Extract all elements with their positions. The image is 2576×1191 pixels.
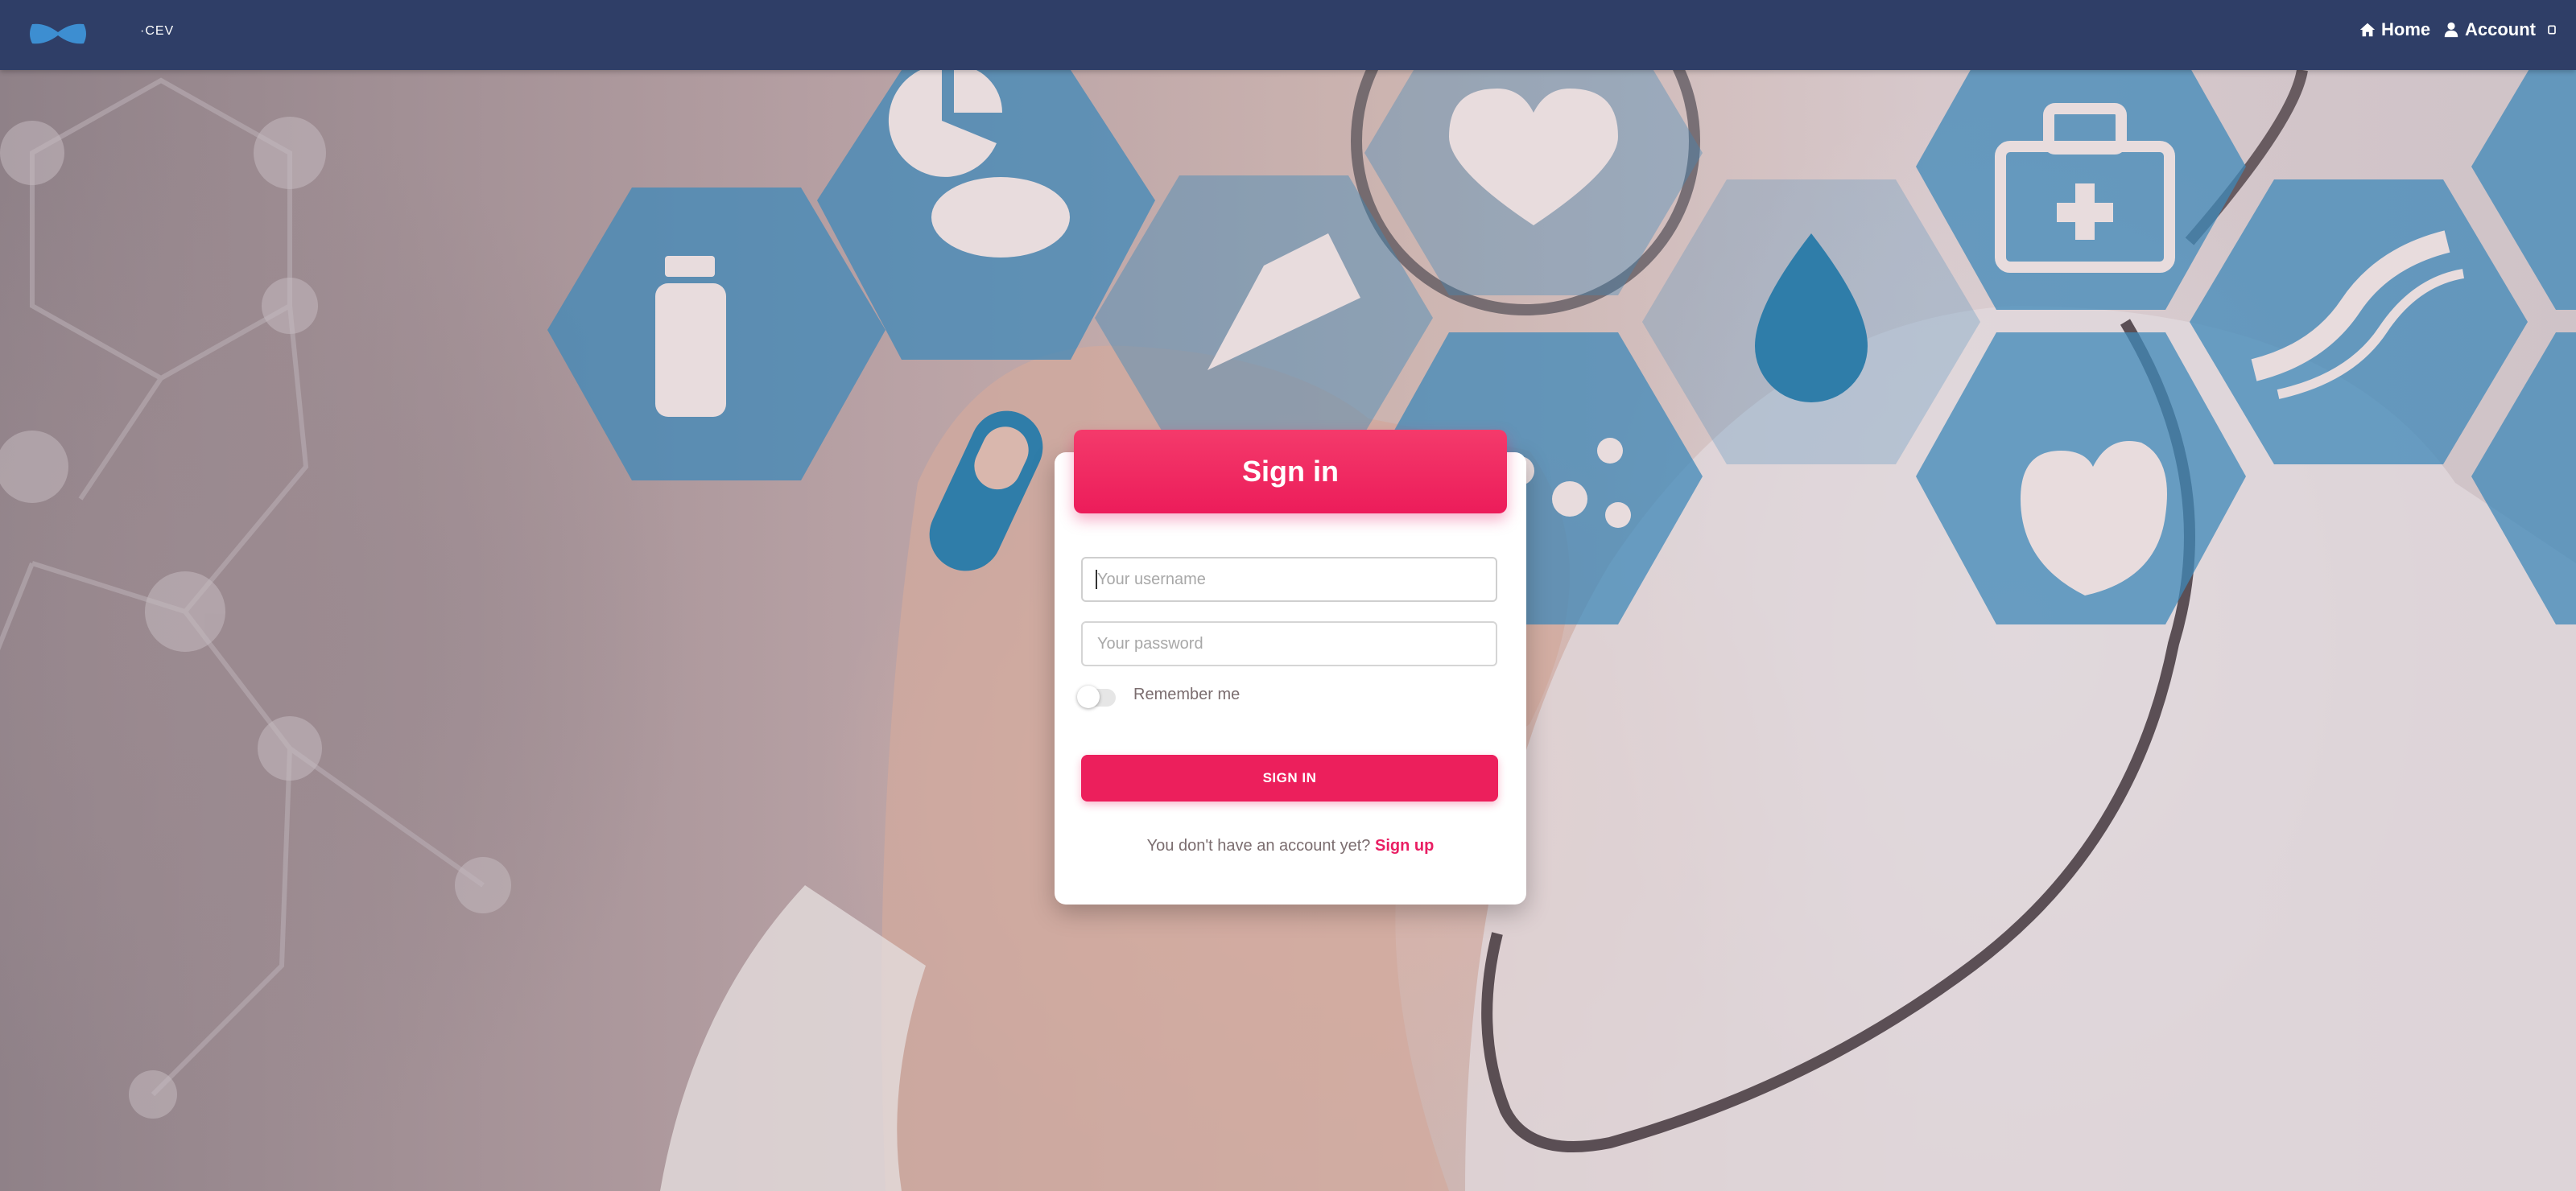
- user-icon: [2444, 22, 2458, 38]
- signup-link[interactable]: Sign up: [1375, 837, 1434, 855]
- nav-home-label: Home: [2381, 19, 2431, 39]
- signin-title: Sign in: [1242, 455, 1339, 488]
- home-icon: [2359, 23, 2376, 37]
- signin-card-header: Sign in: [1074, 430, 1507, 513]
- remember-me-label: Remember me: [1133, 686, 1241, 703]
- signin-button[interactable]: SIGN IN: [1081, 755, 1498, 802]
- password-input[interactable]: [1081, 621, 1497, 666]
- username-input[interactable]: [1081, 557, 1497, 602]
- nav-home-link[interactable]: Home: [2359, 19, 2430, 40]
- brand-name[interactable]: ·CEV: [140, 24, 174, 39]
- nav-account-dropdown[interactable]: Account: [2442, 19, 2558, 40]
- remember-me-toggle-knob[interactable]: [1077, 686, 1100, 708]
- dropdown-caret-icon: [2548, 25, 2556, 35]
- nav-account-label: Account: [2465, 19, 2536, 39]
- brand-logo-icon[interactable]: [29, 19, 87, 48]
- top-navbar: ·CEV Home Account: [0, 0, 2576, 70]
- signup-prompt-row: You don't have an account yet? Sign up: [1055, 837, 1526, 855]
- text-cursor: [1096, 570, 1097, 589]
- signup-prompt-text: You don't have an account yet?: [1146, 837, 1371, 855]
